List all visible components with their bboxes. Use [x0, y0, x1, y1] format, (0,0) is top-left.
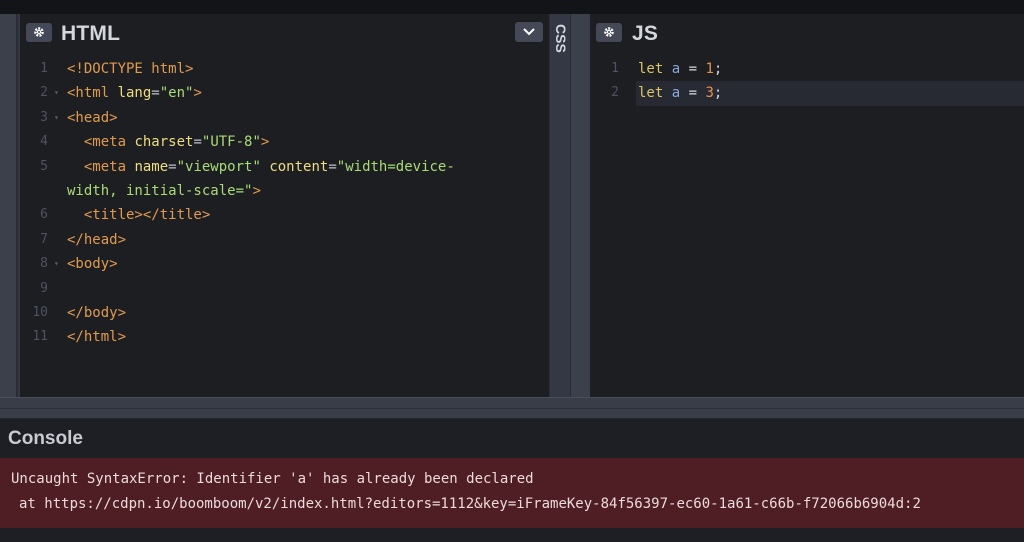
html-code-line[interactable]: 11 </html> — [20, 325, 549, 349]
code-text: </body> — [67, 304, 127, 321]
css-panel-collapsed[interactable]: CSS — [549, 14, 570, 397]
chevron-down-icon — [523, 28, 535, 36]
line-number: 1 — [611, 61, 619, 76]
code-text: <title></title> — [83, 207, 211, 224]
fold-arrow-icon[interactable]: ▾ — [54, 252, 59, 276]
html-settings-button[interactable] — [26, 23, 52, 42]
html-panel-title: HTML — [61, 22, 121, 45]
html-code-line[interactable]: 4 <meta charset="UTF-8"> — [20, 130, 549, 154]
html-panel-header: HTML — [20, 14, 549, 52]
code-text: <meta charset="UTF-8"> — [83, 134, 270, 151]
code-text: <!DOCTYPE html> — [67, 61, 194, 77]
line-number: 2 — [40, 85, 48, 101]
js-code-area[interactable]: 1 let a = 1; 2 let a = 3; — [591, 57, 1024, 106]
html-code-line[interactable]: 10 </body> — [20, 301, 549, 325]
html-code-area[interactable]: 1 <!DOCTYPE html> 2 ▾ <html lang="en"> 3 ▾ <hea… — [20, 57, 549, 350]
html-code-line[interactable]: 6 <title></title> — [20, 203, 549, 227]
fold-arrow-icon[interactable]: ▾ — [54, 81, 59, 105]
js-code-line[interactable]: 2 let a = 3; — [591, 81, 1024, 105]
console-resize-bar[interactable] — [0, 397, 1024, 419]
js-panel-title: JS — [632, 22, 659, 45]
error-location-link[interactable]: at https://cdpn.io/boomboom/v2/index.htm… — [19, 496, 921, 512]
code-text: </head> — [67, 231, 127, 248]
html-code-line[interactable]: 3 ▾ <head> — [20, 106, 549, 130]
gear-icon — [604, 27, 614, 37]
css-panel-title[interactable]: CSS — [551, 24, 569, 53]
gutter-inner — [0, 14, 18, 397]
line-number: 2 — [611, 85, 619, 101]
html-code-line[interactable]: 9 — [20, 277, 549, 301]
left-resize-gutter[interactable] — [0, 14, 20, 397]
console-panel: Console Uncaught SyntaxError: Identifier… — [0, 419, 1024, 542]
line-number: 10 — [32, 304, 48, 320]
error-text: Uncaught SyntaxError: Identifier 'a' has… — [11, 471, 534, 487]
line-number: 8 — [40, 256, 48, 272]
js-editor-panel: JS 1 let a = 1; 2 let a = 3; — [591, 14, 1024, 397]
html-editor-panel: HTML 1 <!DOCTYPE html> 2 ▾ <html lang="en"> 3… — [20, 14, 565, 397]
code-text: <body> — [67, 256, 118, 273]
line-number: 4 — [40, 134, 48, 150]
console-title: Console — [8, 428, 83, 449]
line-number: 3 — [40, 109, 48, 125]
line-number: 6 — [40, 207, 48, 223]
html-code-line[interactable]: 2 ▾ <html lang="en"> — [20, 81, 549, 105]
line-number: 1 — [40, 61, 48, 76]
html-code-line[interactable]: 8 ▾ <body> — [20, 252, 549, 276]
console-error-message: Uncaught SyntaxError: Identifier 'a' has… — [0, 458, 1024, 528]
js-settings-button[interactable] — [596, 23, 622, 42]
line-number: 9 — [40, 280, 48, 296]
code-text: let a = 1; — [638, 61, 723, 77]
html-collapse-button[interactable] — [515, 22, 543, 42]
resize-bar-line — [0, 408, 1024, 409]
code-text: </html> — [67, 329, 127, 346]
line-number: 5 — [40, 158, 48, 174]
html-code-line[interactable]: 1 <!DOCTYPE html> — [20, 57, 549, 81]
js-code-line[interactable]: 1 let a = 1; — [591, 57, 1024, 81]
gear-icon — [34, 27, 44, 37]
js-resize-gutter[interactable] — [570, 14, 590, 397]
code-text: <meta name="viewport" content="width=dev… — [67, 158, 455, 199]
code-text: <head> — [67, 109, 118, 126]
html-code-line[interactable]: 5 <meta name="viewport" content="width=d… — [20, 155, 549, 204]
fold-arrow-icon[interactable]: ▾ — [54, 106, 59, 130]
line-number: 11 — [32, 329, 48, 345]
code-text: let a = 3; — [638, 85, 723, 102]
js-panel-header: JS — [591, 14, 1024, 52]
top-bar — [0, 0, 1024, 14]
html-code-line[interactable]: 7 </head> — [20, 228, 549, 252]
line-number: 7 — [40, 231, 48, 247]
code-text: <html lang="en"> — [67, 85, 202, 102]
